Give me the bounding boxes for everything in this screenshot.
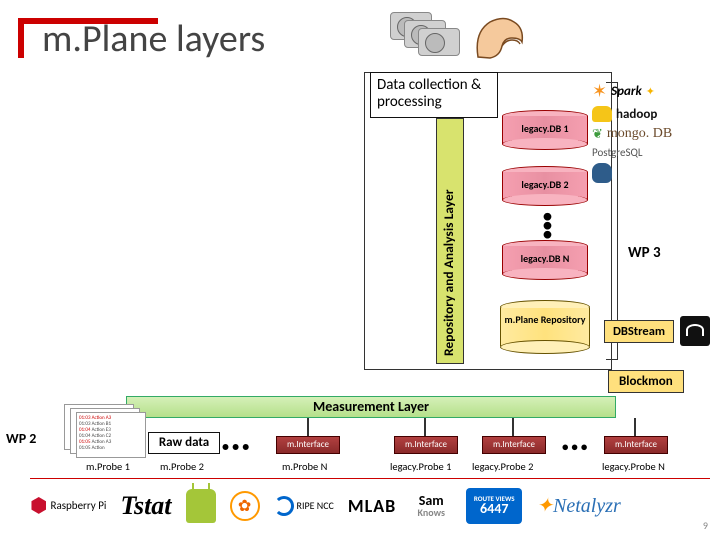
minterface-3: m.Interface (482, 436, 546, 454)
android-logo-icon (186, 489, 216, 523)
legacy-probe-1-label: legacy.Probe 1 (390, 460, 451, 473)
mlab-logo: MLAB (348, 495, 396, 517)
raspberrypi-logo: ⬢Raspberry Pi (30, 493, 106, 518)
raw-data-box: Raw data (148, 432, 220, 454)
server-disks-icon (390, 12, 470, 62)
data-collection-box: Data collection & processing (370, 72, 498, 118)
ripe-ncc-logo: RIPE NCC (274, 496, 334, 516)
wp2-label: WP 2 (6, 430, 36, 447)
mprobe-2-label: m.Probe 2 (160, 460, 204, 473)
repository-analysis-layer-label: Repository and Analysis Layer (440, 189, 457, 356)
connector (634, 418, 636, 436)
mplane-repository: m.Plane Repository (500, 300, 590, 354)
postgresql-logo: PostgreSQL (592, 146, 714, 159)
hadoop-logo: hadoop (592, 106, 714, 122)
legacy-probe-2-label: legacy.Probe 2 (472, 460, 533, 473)
mongodb-logo: ❦mongo. DB (592, 126, 714, 142)
connector (512, 418, 514, 436)
minterface-n: m.Interface (604, 436, 668, 454)
vertical-ellipsis-icon: ••• (542, 212, 555, 238)
muscle-arm-icon (470, 12, 530, 67)
page-title: m.Plane layers (42, 16, 265, 62)
legacy-db-2: legacy.DB 2 (502, 166, 588, 206)
blockmon-tag: Blockmon (608, 370, 684, 393)
minterface-2: m.Interface (394, 436, 458, 454)
dbstream-tag: DBStream (604, 320, 674, 343)
minterface-1: m.Interface (276, 436, 340, 454)
mprobe-n-label: m.Probe N (282, 460, 327, 473)
mprobe-1-label: m.Probe 1 (86, 460, 130, 473)
legacy-db-1: legacy.DB 1 (502, 110, 588, 150)
wp3-label: WP 3 (628, 244, 661, 262)
bottom-logos-row: ⬢Raspberry Pi Tstat ✿ RIPE NCC MLAB SamK… (30, 478, 710, 528)
tech-logos-column: ✶Spark✦ hadoop ❦mongo. DB PostgreSQL (592, 80, 714, 187)
samknows-logo: SamKnows (410, 494, 452, 518)
routeviews-logo: ROUTE VIEWS 6447 (466, 488, 522, 524)
measurement-layer-bar: Measurement Layer (126, 396, 616, 418)
connector (424, 418, 426, 436)
page-number: 9 (703, 519, 708, 532)
legacy-db-n: legacy.DB N (502, 240, 588, 280)
ellipsis-icon: • • • (222, 438, 249, 455)
dbstream-icon (680, 316, 710, 346)
ellipsis-icon: • • • (562, 440, 587, 455)
misc-logo-icon: ✿ (230, 491, 260, 521)
postgresql-icon (592, 163, 714, 183)
terminal-log-stack-1: 01:03 Action A3 01:03 Action B1 01:04 Ac… (64, 404, 146, 454)
netalyzr-logo: ✦Netalyzr (536, 493, 621, 518)
spark-logo: ✶Spark✦ (592, 80, 714, 102)
legacy-probe-n-label: legacy.Probe N (602, 460, 665, 473)
connector (307, 418, 309, 436)
tstat-logo: Tstat (120, 491, 171, 521)
